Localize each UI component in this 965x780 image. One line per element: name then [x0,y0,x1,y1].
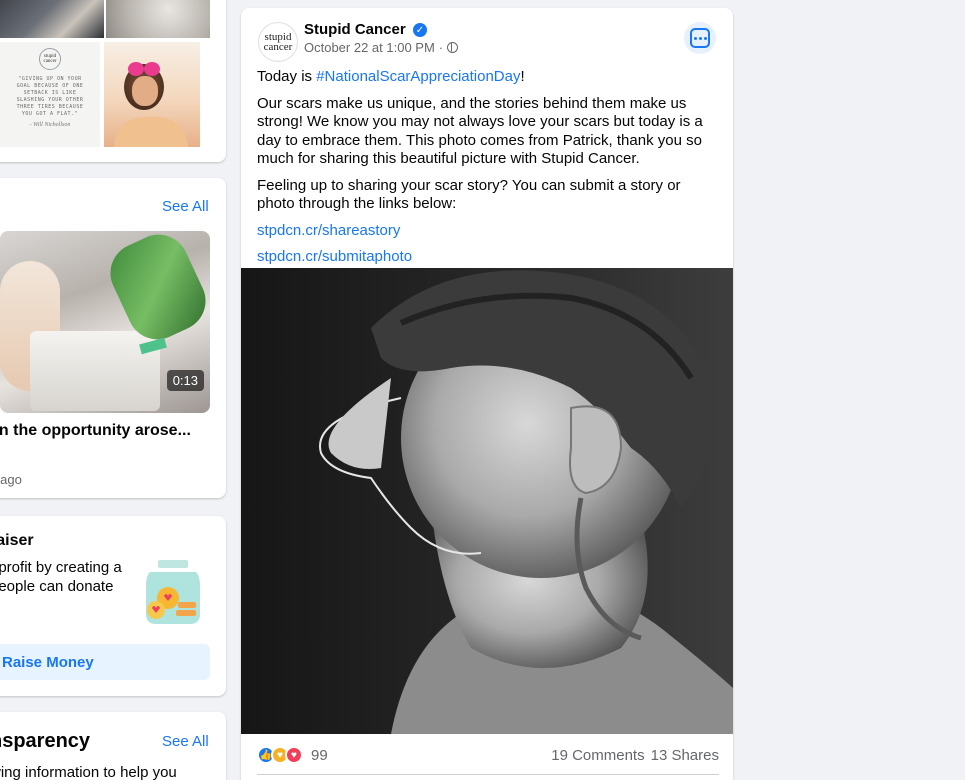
photo-thumbnail-quote[interactable]: stupid cancer "GIVING UP ON YOUR GOAL BE… [0,42,100,147]
donation-jar-icon [146,560,200,624]
more-icon [690,28,710,48]
post-paragraph: Our scars make us unique, and the storie… [257,94,703,168]
video-thumbnail[interactable]: 0:13 [0,231,210,413]
share-story-link[interactable]: stpdcn.cr/shareastory [257,222,400,239]
fundraiser-title: raiser [0,532,34,549]
videos-see-all-link[interactable]: See All [162,198,209,215]
post-timestamp[interactable]: October 22 at 1:00 PM [304,40,435,55]
divider [257,774,719,775]
fundraiser-card: raiser nprofit by creating a people can … [0,516,226,696]
quote-text: "GIVING UP ON YOUR GOAL BECAUSE OF ONE S… [16,76,84,117]
post-card: stupid cancer Stupid Cancer ✓ October 22… [241,8,733,780]
transparency-card: nsparency See All wing information to he… [0,712,226,780]
transparency-title: nsparency [0,730,91,752]
quote-author: - Will Nichollson [29,122,71,128]
post-text: Today is #NationalScarAppreciationDay! O… [257,68,721,275]
portrait-image [241,268,733,734]
shares-count[interactable]: 13 Shares [651,747,719,764]
post-photo[interactable] [241,268,733,734]
page-avatar[interactable]: stupid cancer [258,22,298,62]
post-intro: Today is #NationalScarAppreciationDay! [257,68,525,85]
transparency-description: wing information to help you [0,764,177,780]
hashtag-link[interactable]: #NationalScarAppreciationDay [316,68,520,85]
page-name-link[interactable]: Stupid Cancer [304,21,406,38]
meta-separator: · [438,40,444,55]
submit-photo-link[interactable]: stpdcn.cr/submitaphoto [257,248,412,265]
raise-money-button[interactable]: Raise Money [0,644,210,680]
fundraiser-description: nprofit by creating a people can donate [0,559,122,595]
transparency-see-all-link[interactable]: See All [162,733,209,750]
bow-icon [122,62,166,76]
video-title[interactable]: en the opportunity arose... [0,422,226,440]
videos-card: See All 0:13 en the opportunity arose...… [0,178,226,498]
reactions-row: 👍 ♥ ♥ 99 19 Comments 13 Shares [257,746,719,764]
photo-thumbnail[interactable] [0,0,104,38]
photo-thumbnail[interactable] [104,42,200,147]
post-paragraph: Feeling up to sharing your scar story? Y… [257,176,681,213]
verified-badge-icon: ✓ [413,23,427,37]
love-reaction-icon[interactable]: ♥ [285,746,303,764]
post-meta: October 22 at 1:00 PM · [304,40,459,55]
photo-thumbnail[interactable] [106,0,210,38]
stupid-cancer-logo-icon: stupid cancer [39,48,61,70]
globe-icon [447,42,459,53]
photos-card: stupid cancer "GIVING UP ON YOUR GOAL BE… [0,0,226,162]
comments-count[interactable]: 19 Comments [551,747,644,764]
engagement-counts: 19 Comments 13 Shares [551,747,719,764]
video-duration: 0:13 [166,370,204,391]
video-timestamp: s ago [0,472,22,487]
more-options-button[interactable] [684,22,716,54]
reaction-count[interactable]: 99 [311,747,328,764]
